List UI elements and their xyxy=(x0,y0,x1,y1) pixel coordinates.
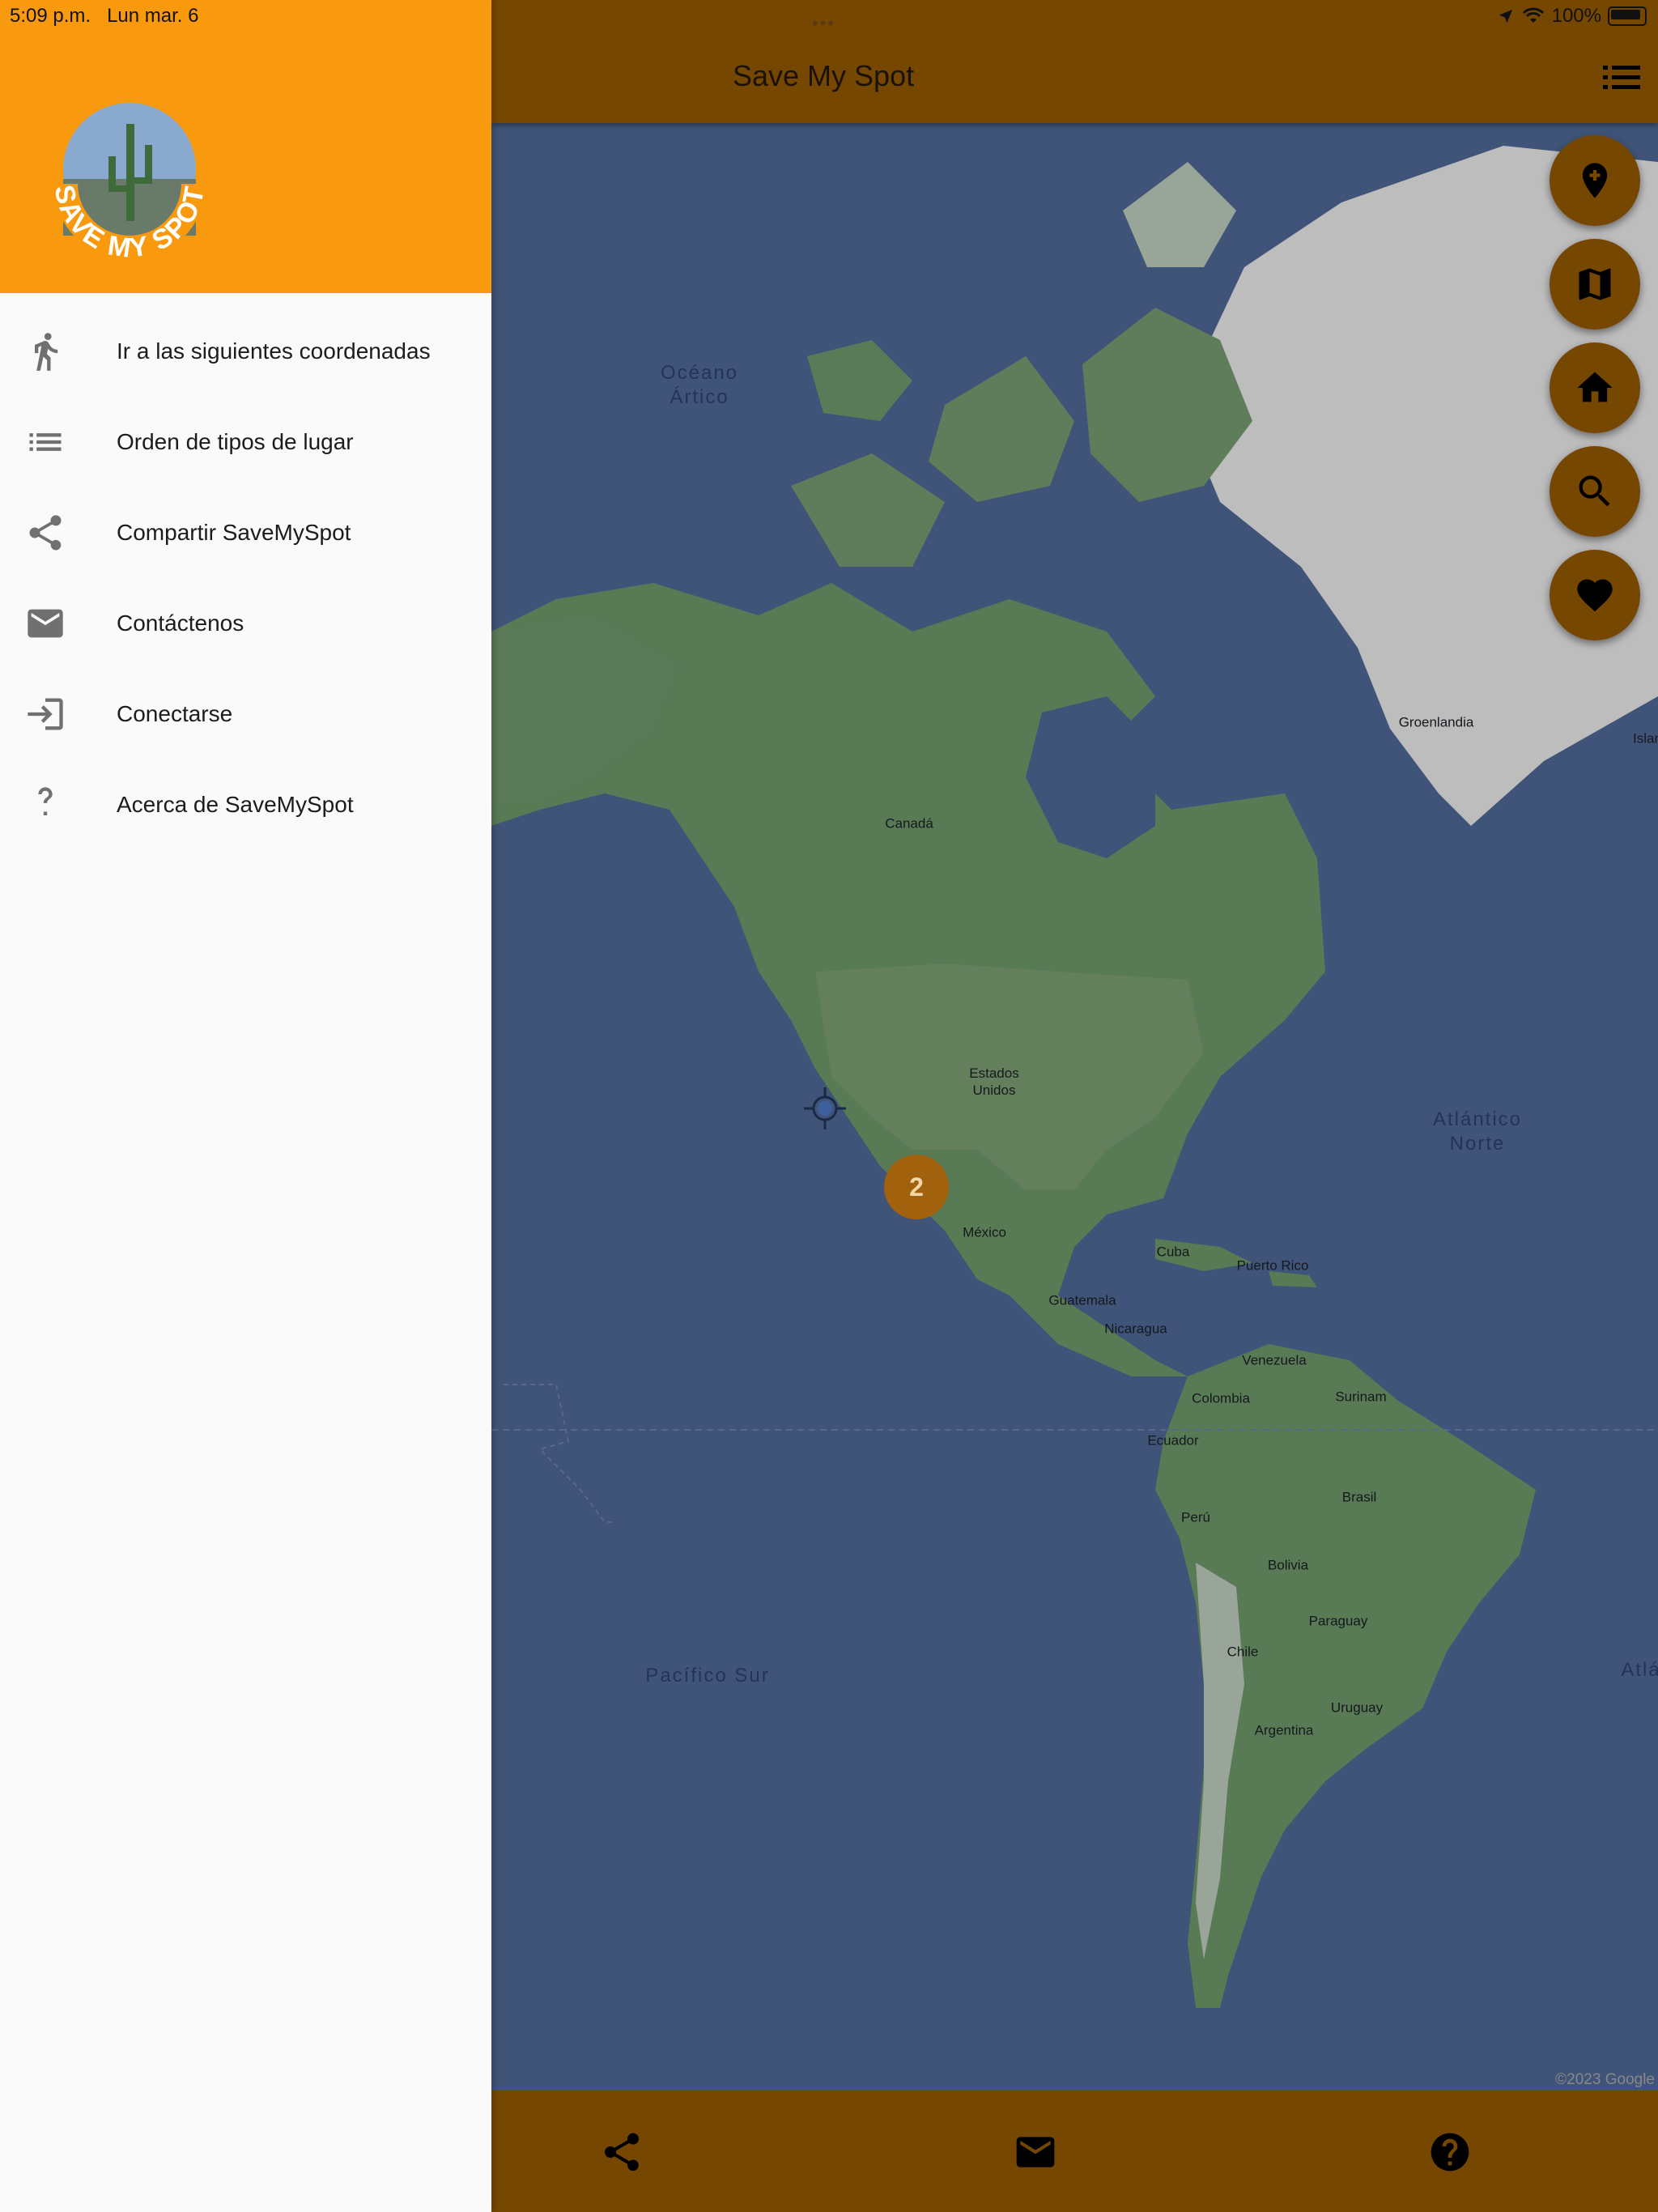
email-icon xyxy=(24,602,66,644)
drawer-item-label: Ir a las siguientes coordenadas xyxy=(117,338,431,364)
map-label-iceland: Islan xyxy=(1633,730,1658,747)
map-label-puerto-rico: Puerto Rico xyxy=(1236,1257,1309,1274)
map-label-canada: Canadá xyxy=(885,815,933,832)
list-icon xyxy=(24,421,66,463)
home-icon xyxy=(1577,372,1613,402)
drawer-item-about[interactable]: Acerca de SaveMySpot xyxy=(0,759,491,850)
my-location-icon[interactable] xyxy=(804,1087,846,1129)
map-label-cuba: Cuba xyxy=(1156,1244,1190,1260)
map-label-peru: Perú xyxy=(1181,1509,1210,1525)
map-label-paraguay: Paraguay xyxy=(1308,1613,1368,1629)
map-label-guatemala: Guatemala xyxy=(1048,1292,1116,1308)
email-button[interactable] xyxy=(1013,2129,1058,2175)
drawer-item-contact[interactable]: Contáctenos xyxy=(0,578,491,669)
drawer-item-label: Contáctenos xyxy=(117,610,244,636)
map-label-nicaragua: Nicaragua xyxy=(1104,1321,1167,1337)
wifi-icon xyxy=(1522,7,1544,23)
map-label-argentina: Argentina xyxy=(1254,1722,1314,1738)
drawer-item-label: Compartir SaveMySpot xyxy=(117,520,351,545)
map-label-arctic-ocean: Océano Ártico xyxy=(660,362,739,408)
map-label-south-pacific: Pacífico Sur xyxy=(645,1665,770,1687)
app-title: Save My Spot xyxy=(733,59,915,92)
email-icon xyxy=(1016,2137,1055,2167)
add-location-icon xyxy=(1582,163,1608,198)
map-label-venezuela: Venezuela xyxy=(1242,1352,1307,1368)
share-icon xyxy=(24,512,66,554)
home-button[interactable] xyxy=(1550,342,1640,433)
drawer-item-place-type-order[interactable]: Orden de tipos de lugar xyxy=(0,397,491,487)
drawer-item-label: Orden de tipos de lugar xyxy=(117,429,354,454)
list-view-icon[interactable] xyxy=(1603,63,1640,92)
map-label-south-atlantic: Atlá xyxy=(1621,1659,1658,1681)
bottom-bar xyxy=(491,2091,1658,2212)
map-label-surinam: Surinam xyxy=(1335,1389,1387,1405)
help-button[interactable] xyxy=(1427,2129,1473,2175)
map-landmass xyxy=(491,146,1658,2008)
map-label-brasil: Brasil xyxy=(1341,1489,1377,1505)
help-icon xyxy=(1431,2133,1469,2172)
location-arrow-icon xyxy=(1499,9,1512,23)
map-label-usa: Estados Unidos xyxy=(969,1066,1019,1098)
share-icon xyxy=(605,2133,639,2172)
search-button[interactable] xyxy=(1550,446,1640,537)
map-label-bolivia: Bolivia xyxy=(1267,1557,1309,1573)
map-label-mexico: México xyxy=(963,1224,1006,1240)
help-icon xyxy=(24,784,66,826)
search-icon xyxy=(1579,475,1610,507)
map-label-colombia: Colombia xyxy=(1192,1390,1250,1406)
map-label-ecuador: Ecuador xyxy=(1147,1432,1199,1448)
share-button[interactable] xyxy=(599,2129,644,2175)
navigation-drawer: 5:09 p.m. Lun mar. 6 SAVE MY SPOT Ir a l… xyxy=(0,0,491,2212)
drawer-item-label: Acerca de SaveMySpot xyxy=(117,792,354,817)
map-label-chile: Chile xyxy=(1226,1644,1259,1660)
map-type-button[interactable] xyxy=(1550,239,1640,330)
map-label-north-atlantic: Atlántico Norte xyxy=(1432,1108,1523,1155)
map-icon xyxy=(1579,268,1611,300)
drawer-item-login[interactable]: Conectarse xyxy=(0,669,491,759)
multitasking-dots[interactable]: ••• xyxy=(812,13,835,34)
favorites-button[interactable] xyxy=(1550,550,1640,640)
login-icon xyxy=(24,693,66,735)
map-copyright: ©2023 Google xyxy=(1555,2071,1655,2088)
walk-icon xyxy=(24,330,66,372)
status-bar-right: 100% xyxy=(1497,5,1647,28)
status-date-text: Lun mar. 6 xyxy=(107,5,199,27)
add-location-button[interactable] xyxy=(1550,135,1640,226)
heart-icon xyxy=(1577,579,1613,612)
map-label-greenland: Groenlandia xyxy=(1398,714,1474,730)
drawer-item-label: Conectarse xyxy=(117,701,233,726)
drawer-header: 5:09 p.m. Lun mar. 6 SAVE MY SPOT xyxy=(0,0,491,293)
status-time-text: 5:09 p.m. xyxy=(10,5,91,27)
status-time: 5:09 p.m. Lun mar. 6 xyxy=(10,5,198,28)
battery-icon xyxy=(1608,6,1647,26)
map-view[interactable]: Océano Ártico Groenlandia Islan Canadá E… xyxy=(491,0,1658,2212)
marker-cluster[interactable]: 2 xyxy=(884,1155,949,1219)
drawer-item-share[interactable]: Compartir SaveMySpot xyxy=(0,487,491,578)
save-my-spot-logo: SAVE MY SPOT xyxy=(49,103,209,264)
drawer-item-goto-coordinates[interactable]: Ir a las siguientes coordenadas xyxy=(0,306,491,397)
app-bar: ••• Save My Spot 100% xyxy=(491,0,1658,123)
battery-percentage: 100% xyxy=(1551,5,1601,27)
map-label-uruguay: Uruguay xyxy=(1330,1699,1384,1716)
